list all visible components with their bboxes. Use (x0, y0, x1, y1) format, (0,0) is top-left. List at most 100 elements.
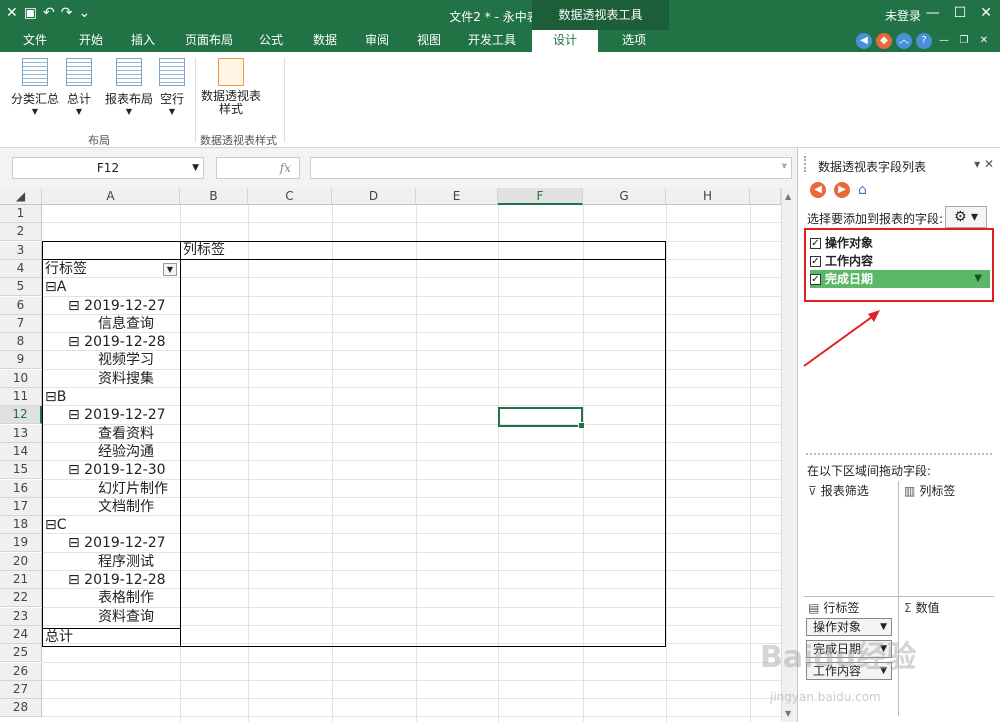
subtotal-button[interactable]: 分类汇总 ▼ (10, 58, 60, 116)
tab-home[interactable]: 开始 (66, 30, 116, 52)
tab-file[interactable]: 文件 (10, 30, 60, 52)
name-box[interactable]: F12 ▼ (12, 157, 204, 179)
tab-formulas[interactable]: 公式 (250, 30, 292, 52)
panel-menu-icon[interactable]: ▾ (974, 157, 980, 171)
zone-report-filter[interactable]: ⊽ 报表筛选 (808, 482, 869, 499)
row-header-3[interactable]: 3 (0, 241, 42, 260)
pivot-item-label[interactable]: 程序测试 (98, 553, 154, 571)
row-header-28[interactable]: 28 (0, 699, 42, 718)
row-header-7[interactable]: 7 (0, 314, 42, 333)
tab-page-layout[interactable]: 页面布局 (178, 30, 240, 52)
column-header-c[interactable]: C (248, 188, 332, 205)
row-header-26[interactable]: 26 (0, 662, 42, 681)
tab-developer[interactable]: 开发工具 (460, 30, 524, 52)
minimize-icon[interactable]: — (926, 5, 940, 21)
tab-design[interactable]: 设计 (532, 30, 598, 52)
row-header-11[interactable]: 11 (0, 388, 42, 406)
row-label-filter-icon[interactable]: ▼ (163, 263, 177, 276)
grand-total-button[interactable]: 总计 ▼ (62, 58, 96, 116)
row-header-1[interactable]: 1 (0, 205, 42, 223)
collapse-ribbon-icon[interactable]: ︿ (896, 33, 912, 49)
formula-input[interactable]: ⩔ (310, 157, 792, 179)
checkbox-checked-icon[interactable]: ✓ (810, 237, 821, 249)
field-item-operation-object[interactable]: ✓ 操作对象 (810, 234, 873, 252)
row-header-15[interactable]: 15 (0, 461, 42, 480)
tab-insert[interactable]: 插入 (120, 30, 166, 52)
pivot-item-label[interactable]: 幻灯片制作 (98, 480, 168, 498)
pivot-group-label[interactable]: ⊟ 2019-12-27 (68, 534, 166, 552)
row-header-13[interactable]: 13 (0, 424, 42, 443)
pivot-item-label[interactable]: 信息查询 (98, 315, 154, 333)
zone-column-labels[interactable]: ▥ 列标签 (904, 482, 955, 499)
help-icon[interactable]: ? (916, 33, 932, 49)
tab-view[interactable]: 视图 (408, 30, 450, 52)
row-header-23[interactable]: 23 (0, 607, 42, 626)
pivot-style-button[interactable]: 数据透视表 样式 (198, 58, 264, 116)
row-header-22[interactable]: 22 (0, 589, 42, 608)
row-header-25[interactable]: 25 (0, 644, 42, 663)
window-close-icon[interactable]: ✕ (976, 33, 992, 49)
column-header-a[interactable]: A (42, 188, 180, 205)
column-header-d[interactable]: D (332, 188, 416, 205)
nav-back-icon[interactable]: ◀ (810, 182, 826, 198)
pivot-group-label[interactable]: ⊟ 2019-12-27 (68, 297, 166, 315)
checkbox-checked-icon[interactable]: ✓ (810, 273, 821, 285)
active-cell-f12[interactable] (498, 407, 585, 429)
window-minimize-icon[interactable]: — (936, 33, 952, 49)
gear-icon[interactable]: ⚙ ▾ (945, 206, 987, 228)
row-header-2[interactable]: 2 (0, 223, 42, 242)
pivot-item-label[interactable]: 表格制作 (98, 589, 154, 607)
nav-forward-icon[interactable]: ▶ (834, 182, 850, 198)
fx-icon[interactable]: fx (280, 161, 291, 175)
back-icon[interactable]: ◀ (856, 33, 872, 49)
row-header-17[interactable]: 17 (0, 497, 42, 516)
field-item-work-content[interactable]: ✓ 工作内容 (810, 252, 873, 270)
tab-options[interactable]: 选项 (608, 30, 660, 52)
pivot-group-label[interactable]: ⊟B (45, 388, 66, 406)
blank-rows-button[interactable]: 空行 ▼ (157, 58, 187, 116)
tab-data[interactable]: 数据 (304, 30, 346, 52)
row-header-12[interactable]: 12 (0, 406, 42, 425)
pivot-group-label[interactable]: ⊟ 2019-12-30 (68, 461, 166, 479)
row-header-18[interactable]: 18 (0, 516, 42, 535)
row-header-24[interactable]: 24 (0, 625, 42, 644)
row-header-27[interactable]: 27 (0, 680, 42, 699)
row-header-4[interactable]: 4 (0, 259, 42, 278)
column-header-b[interactable]: B (180, 188, 248, 205)
column-header-g[interactable]: G (583, 188, 666, 205)
pivot-item-label[interactable]: 经验沟通 (98, 443, 154, 461)
home-icon[interactable]: ⌂ (858, 182, 874, 198)
row-header-10[interactable]: 10 (0, 369, 42, 388)
zone-values[interactable]: Σ 数值 (904, 599, 940, 616)
row-header-9[interactable]: 9 (0, 351, 42, 370)
row-header-19[interactable]: 19 (0, 534, 42, 553)
scroll-up-icon[interactable]: ▲ (785, 192, 791, 201)
report-layout-button[interactable]: 报表布局 ▼ (104, 58, 154, 116)
close-icon[interactable]: ✕ (980, 5, 992, 21)
zone-row-labels[interactable]: ▤ 行标签 (808, 599, 859, 616)
pivot-item-label[interactable]: 查看资料 (98, 425, 154, 443)
expand-formula-icon[interactable]: ⩔ (782, 161, 787, 171)
pivot-group-label[interactable]: ⊟C (45, 516, 67, 534)
row-header-6[interactable]: 6 (0, 296, 42, 315)
pivot-group-label[interactable]: ⊟ 2019-12-28 (68, 333, 166, 351)
maximize-icon[interactable]: ☐ (954, 5, 967, 21)
column-header-h[interactable]: H (666, 188, 750, 205)
panel-close-icon[interactable]: ✕ (984, 157, 994, 171)
pivot-item-label[interactable]: 资料搜集 (98, 370, 154, 388)
row-header-20[interactable]: 20 (0, 552, 42, 571)
select-all-corner[interactable]: ◢ (0, 188, 42, 205)
pivot-group-label[interactable]: ⊟A (45, 278, 66, 296)
row-header-21[interactable]: 21 (0, 571, 42, 589)
scroll-down-icon[interactable]: ▼ (785, 709, 791, 718)
checkbox-checked-icon[interactable]: ✓ (810, 255, 821, 267)
spreadsheet-grid[interactable]: ◢ A B C D E F G H 1 2 3 4 5 6 7 8 9 10 11 12 13 14 15 1… (0, 188, 797, 722)
pivot-item-label[interactable]: 资料查询 (98, 608, 154, 626)
row-header-5[interactable]: 5 (0, 278, 42, 297)
pivot-item-label[interactable]: 文档制作 (98, 498, 154, 516)
fx-box[interactable]: fx (216, 157, 300, 179)
column-header-e[interactable]: E (416, 188, 498, 205)
field-dropdown-icon[interactable]: ▼ (974, 270, 982, 288)
chevron-down-icon[interactable]: ▼ (192, 158, 199, 178)
tab-review[interactable]: 审阅 (356, 30, 398, 52)
